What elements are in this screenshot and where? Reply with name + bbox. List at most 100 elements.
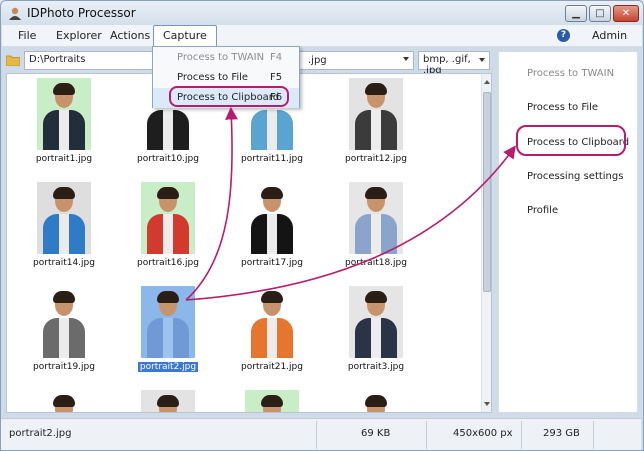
maximize-button[interactable]: □ <box>589 5 611 22</box>
annotation-ring-menu <box>169 86 289 107</box>
status-divider <box>426 421 427 449</box>
thumbnail[interactable] <box>349 286 403 358</box>
thumbnail-caption[interactable]: portrait2.jpg <box>123 362 213 372</box>
thumbnail-caption[interactable]: portrait3.jpg <box>331 362 421 372</box>
scroll-down-icon[interactable] <box>484 402 490 406</box>
thumbnail-filename: portrait1.jpg <box>35 154 93 164</box>
status-dimensions: 450x600 px <box>453 428 513 439</box>
thumbnail-partial[interactable] <box>349 390 403 412</box>
thumbnail-filename: portrait11.jpg <box>241 154 303 164</box>
thumbnail-filename: portrait16.jpg <box>137 258 199 268</box>
thumbnail-figure <box>59 318 69 358</box>
thumbnail-partial[interactable] <box>37 390 91 412</box>
thumbnail-figure <box>365 83 387 95</box>
thumbnail-figure <box>267 318 277 358</box>
path-text: D:\Portraits <box>29 54 86 65</box>
thumbnail-figure <box>53 291 75 303</box>
thumbnail-figure <box>157 291 179 303</box>
status-divider <box>593 421 594 449</box>
menu-bar: File Explorer Actions Capture ? Admin <box>2 25 642 47</box>
thumbnail-figure <box>365 187 387 199</box>
path-type: .jpg <box>308 55 327 66</box>
side-processing-settings[interactable]: Processing settings <box>527 171 623 182</box>
thumbnail-figure <box>267 214 277 254</box>
thumbnail-figure <box>59 110 69 150</box>
capture-twain-item[interactable]: Process to TWAIN F4 <box>153 48 299 68</box>
thumbnail-filename: portrait2.jpg <box>137 362 199 372</box>
thumbnail-caption[interactable]: portrait12.jpg <box>331 154 421 164</box>
thumbnail-caption[interactable]: portrait21.jpg <box>227 362 317 372</box>
thumbnail-figure <box>163 318 173 358</box>
status-divider <box>521 421 522 449</box>
side-process-twain[interactable]: Process to TWAIN <box>527 68 614 79</box>
thumbnail-partial[interactable] <box>141 390 195 412</box>
thumbnail[interactable] <box>37 182 91 254</box>
item-label: Process to TWAIN <box>177 52 265 63</box>
status-bar: portrait2.jpg 69 KB 450x600 px 293 GB <box>1 418 641 450</box>
window-title: IDPhoto Processor <box>27 6 136 20</box>
thumbnail-figure <box>157 187 179 199</box>
user-menu[interactable]: Admin <box>592 25 627 47</box>
thumbnail-figure <box>365 395 387 407</box>
thumbnail-filename: portrait18.jpg <box>345 258 407 268</box>
item-label: Process to File <box>177 72 249 83</box>
item-shortcut: F5 <box>270 72 283 83</box>
chevron-down-icon[interactable] <box>403 57 409 61</box>
thumbnail-figure <box>371 318 381 358</box>
status-divider <box>316 421 317 449</box>
capture-file-item[interactable]: Process to File F5 <box>153 68 299 88</box>
thumbnail-partial[interactable] <box>245 390 299 412</box>
thumbnail-filename: portrait21.jpg <box>241 362 303 372</box>
filter-select[interactable]: bmp, .gif, .jpg <box>418 51 490 76</box>
thumbnail[interactable] <box>349 78 403 150</box>
status-filesize: 69 KB <box>361 428 391 439</box>
menu-explorer[interactable]: Explorer <box>56 25 102 47</box>
thumbnail-caption[interactable]: portrait19.jpg <box>19 362 109 372</box>
thumbnail-figure <box>371 214 381 254</box>
thumbnail[interactable] <box>37 78 91 150</box>
app-icon <box>9 7 21 20</box>
thumbnail-figure <box>365 291 387 303</box>
thumbnail-figure <box>267 110 277 150</box>
thumbnail-caption[interactable]: portrait10.jpg <box>123 154 213 164</box>
item-shortcut: F4 <box>270 52 283 63</box>
thumbnail-caption[interactable]: portrait1.jpg <box>19 154 109 164</box>
scroll-thumb[interactable] <box>483 92 491 292</box>
title-bar: IDPhoto Processor ▁ □ ✕ <box>1 1 643 25</box>
thumbnail[interactable] <box>141 286 195 358</box>
thumbnail[interactable] <box>245 182 299 254</box>
thumbnail-caption[interactable]: portrait17.jpg <box>227 258 317 268</box>
vertical-scrollbar[interactable] <box>481 74 491 412</box>
thumbnail-caption[interactable]: portrait14.jpg <box>19 258 109 268</box>
thumbnail-figure <box>59 214 69 254</box>
side-profile[interactable]: Profile <box>527 205 558 216</box>
minimize-button[interactable]: ▁ <box>565 5 587 22</box>
menu-capture[interactable]: Capture <box>153 25 217 47</box>
help-icon[interactable]: ? <box>557 29 570 42</box>
close-button[interactable]: ✕ <box>613 5 639 22</box>
thumbnail-filename: portrait3.jpg <box>347 362 405 372</box>
thumbnail-caption[interactable]: portrait16.jpg <box>123 258 213 268</box>
thumbnail-filename: portrait17.jpg <box>241 258 303 268</box>
thumbnail[interactable] <box>37 286 91 358</box>
thumbnail-caption[interactable]: portrait18.jpg <box>331 258 421 268</box>
thumbnail-figure <box>53 187 75 199</box>
thumbnail-figure <box>261 187 283 199</box>
thumbnail-gallery[interactable]: portrait1.jpg portrait10.jpg portrait11.jp… <box>6 73 492 413</box>
thumbnail-figure <box>53 83 75 95</box>
thumbnail[interactable] <box>245 286 299 358</box>
thumbnail-figure <box>163 110 173 150</box>
thumbnail[interactable] <box>141 182 195 254</box>
thumbnail[interactable] <box>349 182 403 254</box>
thumbnail-figure <box>261 395 283 407</box>
thumbnail-filename: portrait12.jpg <box>345 154 407 164</box>
side-process-file[interactable]: Process to File <box>527 102 598 113</box>
thumbnail-filename: portrait10.jpg <box>137 154 199 164</box>
chevron-down-icon[interactable] <box>479 58 485 62</box>
thumbnail-caption[interactable]: portrait11.jpg <box>227 154 317 164</box>
menu-actions[interactable]: Actions <box>110 25 150 47</box>
scroll-up-icon[interactable] <box>484 80 490 84</box>
status-filename: portrait2.jpg <box>9 428 72 439</box>
thumbnail-figure <box>53 395 75 407</box>
menu-file[interactable]: File <box>18 25 36 47</box>
